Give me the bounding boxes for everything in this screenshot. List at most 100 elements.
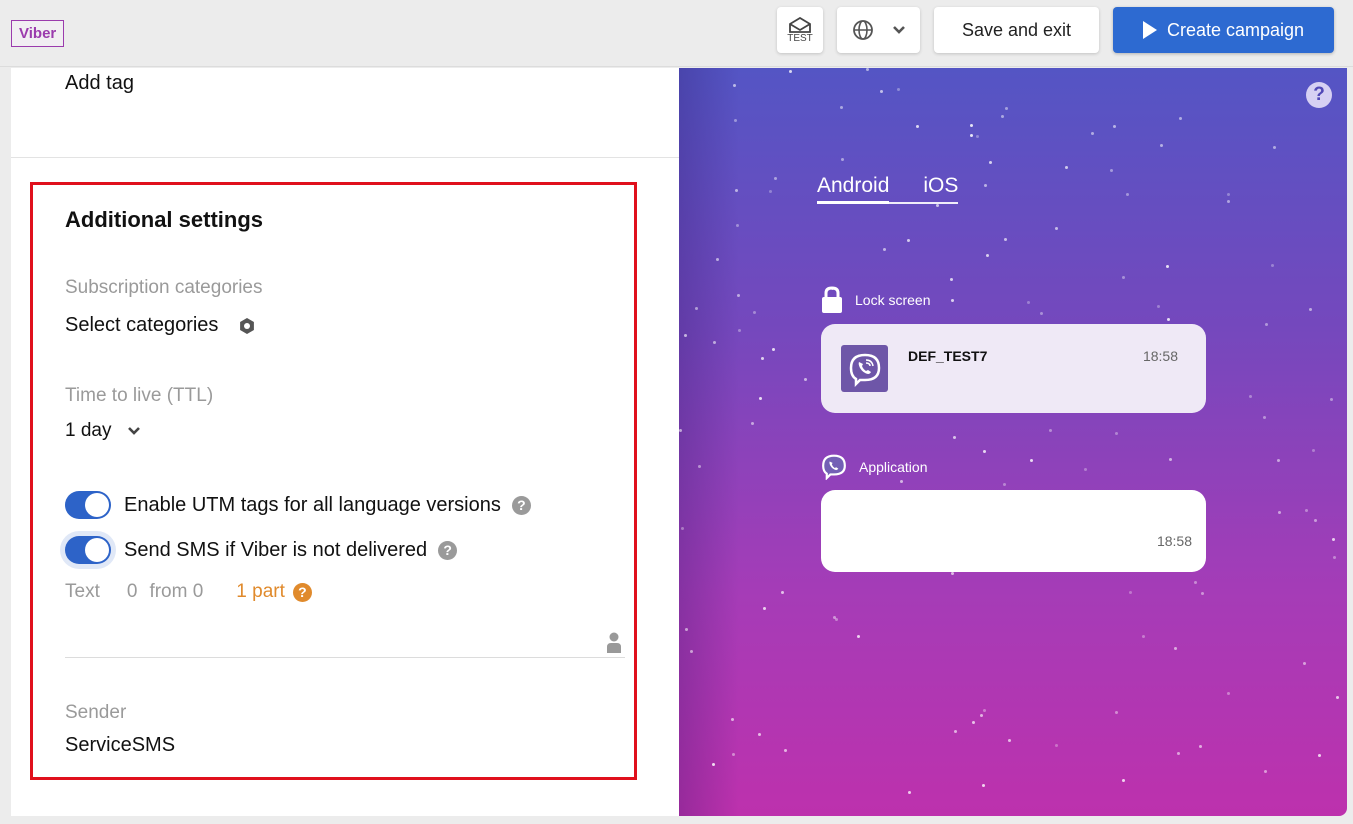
star bbox=[753, 310, 757, 314]
play-icon bbox=[1142, 21, 1157, 39]
star bbox=[1313, 518, 1317, 522]
test-envelope-icon bbox=[789, 16, 811, 33]
star bbox=[882, 247, 886, 251]
star bbox=[832, 615, 836, 619]
star bbox=[900, 479, 904, 483]
star bbox=[935, 204, 939, 208]
test-send-button[interactable]: TEST bbox=[777, 7, 823, 53]
gear-icon[interactable] bbox=[238, 317, 256, 335]
tab-android[interactable]: Android bbox=[817, 174, 890, 204]
help-icon[interactable]: ? bbox=[292, 582, 312, 602]
star bbox=[840, 158, 844, 162]
star bbox=[713, 341, 717, 345]
application-label: Application bbox=[859, 458, 928, 475]
star bbox=[731, 753, 735, 757]
create-campaign-label: Create campaign bbox=[1166, 19, 1305, 40]
star bbox=[1277, 458, 1280, 462]
sms-char-limit: from 0 bbox=[149, 581, 204, 602]
star bbox=[1335, 695, 1339, 699]
star bbox=[789, 70, 793, 74]
sms-text-meta: Text 0 from 0 1 part ? bbox=[65, 581, 312, 603]
star bbox=[716, 258, 720, 261]
star bbox=[866, 68, 870, 72]
star bbox=[1309, 308, 1313, 312]
viber-icon bbox=[822, 454, 846, 480]
star bbox=[1065, 165, 1069, 169]
star bbox=[982, 450, 986, 454]
star bbox=[1312, 448, 1316, 452]
subscription-categories-field[interactable]: Select categories bbox=[65, 314, 256, 337]
star bbox=[1121, 779, 1125, 782]
star bbox=[951, 299, 955, 303]
create-campaign-button[interactable]: Create campaign bbox=[1113, 7, 1334, 53]
sms-text-input[interactable] bbox=[65, 657, 625, 658]
test-label: TEST bbox=[787, 32, 813, 44]
star bbox=[735, 188, 739, 192]
tab-ios[interactable]: iOS bbox=[923, 174, 958, 202]
star bbox=[694, 307, 698, 311]
utm-toggle[interactable] bbox=[65, 491, 111, 519]
star bbox=[1114, 711, 1118, 715]
star bbox=[758, 396, 762, 400]
star bbox=[1048, 428, 1052, 432]
star bbox=[773, 176, 777, 180]
star bbox=[1005, 106, 1009, 110]
star bbox=[879, 89, 883, 93]
star bbox=[1305, 508, 1309, 512]
help-icon[interactable]: ? bbox=[438, 540, 458, 560]
star bbox=[1109, 168, 1113, 172]
star bbox=[1157, 304, 1161, 308]
star bbox=[1122, 275, 1126, 279]
star bbox=[1318, 753, 1322, 757]
star bbox=[950, 278, 954, 282]
sms-fallback-toggle-label: Send SMS if Viber is not delivered bbox=[124, 538, 428, 561]
star bbox=[1055, 744, 1059, 748]
star bbox=[683, 334, 687, 338]
help-icon[interactable]: ? bbox=[1306, 82, 1332, 108]
save-and-exit-button[interactable]: Save and exit bbox=[934, 7, 1099, 53]
preview-panel: ? Android iOS Lock screen DEF_TEST7 18:5… bbox=[679, 68, 1347, 816]
star bbox=[769, 189, 773, 193]
language-selector[interactable] bbox=[837, 7, 920, 53]
application-header: Application bbox=[821, 453, 928, 480]
star bbox=[1054, 227, 1058, 231]
sms-text-label: Text bbox=[65, 581, 100, 602]
star bbox=[1226, 200, 1230, 203]
star bbox=[1270, 263, 1274, 267]
star bbox=[1264, 769, 1268, 773]
ttl-label: Time to live (TTL) bbox=[65, 385, 214, 406]
ttl-dropdown[interactable]: 1 day bbox=[65, 420, 141, 442]
star bbox=[758, 733, 762, 737]
notification-sender: DEF_TEST7 bbox=[908, 348, 988, 364]
star bbox=[803, 378, 807, 382]
star bbox=[985, 253, 989, 257]
sender-value[interactable]: ServiceSMS bbox=[65, 734, 175, 757]
help-icon[interactable]: ? bbox=[511, 495, 531, 515]
lock-icon bbox=[822, 286, 842, 313]
star bbox=[681, 526, 685, 530]
star bbox=[1265, 322, 1269, 326]
star bbox=[772, 347, 776, 351]
star bbox=[976, 134, 980, 138]
sms-fallback-toggle[interactable] bbox=[65, 536, 111, 564]
star bbox=[970, 134, 974, 138]
top-bar: Viber TEST Save and exit Create campaign bbox=[0, 0, 1353, 67]
star bbox=[1332, 538, 1336, 542]
star bbox=[1200, 591, 1204, 595]
star bbox=[972, 721, 976, 724]
star bbox=[730, 718, 734, 722]
personalization-icon[interactable] bbox=[607, 632, 621, 654]
star bbox=[784, 748, 788, 752]
select-categories-link[interactable]: Select categories bbox=[65, 314, 218, 337]
lock-screen-header: Lock screen bbox=[821, 286, 930, 313]
lock-screen-notification: DEF_TEST7 18:58 bbox=[821, 324, 1206, 413]
star bbox=[732, 83, 736, 87]
star bbox=[1198, 744, 1202, 748]
add-tag-link[interactable]: Add tag bbox=[65, 72, 134, 95]
star bbox=[1278, 511, 1282, 515]
star bbox=[684, 627, 688, 631]
star bbox=[953, 436, 957, 440]
section-title: Additional settings bbox=[65, 207, 263, 232]
globe-icon bbox=[852, 20, 873, 40]
star bbox=[1090, 131, 1094, 135]
